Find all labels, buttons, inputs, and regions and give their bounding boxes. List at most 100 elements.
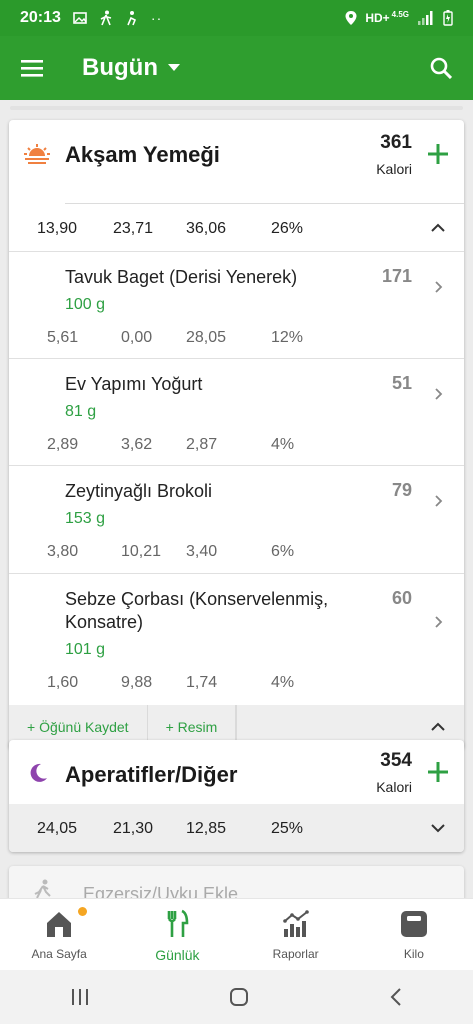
chevron-right-icon	[435, 388, 443, 400]
search-icon	[430, 57, 452, 79]
summary-value: 12,85	[186, 820, 227, 837]
food-item[interactable]: Zeytinyağlı Brokoli 79 153 g 3,80 10,21 …	[9, 466, 464, 574]
summary-value: 26%	[271, 220, 304, 237]
food-amount: 100 g	[65, 296, 106, 313]
chevron-right-icon	[435, 281, 443, 293]
food-name: Tavuk Baget (Derisi Yenerek)	[65, 267, 298, 287]
running-icon	[34, 879, 51, 898]
add-exercise-card[interactable]: Egzersiz/Uyku Ekle	[9, 866, 464, 898]
bottom-navigation: Ana Sayfa Günlük Raporlar Kilo	[0, 898, 473, 970]
food-value: 12%	[271, 329, 304, 346]
reports-icon	[282, 910, 309, 937]
chevron-up-icon[interactable]	[430, 721, 446, 733]
location-icon	[345, 11, 357, 25]
network-label: HD+	[365, 11, 390, 25]
home-button-icon[interactable]	[229, 987, 249, 1007]
calories-label: Kalori	[376, 161, 412, 177]
sunset-icon	[24, 144, 50, 164]
summary-value: 24,05	[37, 820, 78, 837]
food-value: 1,74	[186, 674, 218, 691]
recent-apps-icon[interactable]	[70, 988, 90, 1006]
meal-summary-row[interactable]: 13,90 23,71 36,06 26%	[9, 204, 464, 252]
chevron-up-icon[interactable]	[430, 222, 446, 234]
food-value: 5,61	[47, 329, 79, 346]
food-value: 2,87	[186, 436, 218, 453]
meal-header[interactable]: Akşam Yemeği 361 Kalori	[9, 120, 464, 204]
caret-down-icon	[167, 64, 180, 71]
nav-weight[interactable]: Kilo	[355, 899, 473, 970]
date-selector[interactable]: Bugün	[82, 54, 180, 82]
summary-value: 23,71	[113, 220, 154, 237]
add-food-button[interactable]	[426, 760, 450, 784]
meal-title: Aperatifler/Diğer	[65, 762, 238, 787]
food-name: Ev Yapımı Yoğurt	[65, 374, 203, 394]
notification-badge	[78, 907, 87, 916]
notification-icons: ··	[73, 10, 162, 26]
diary-scroll-area[interactable]: Akşam Yemeği 361 Kalori 13,90 23,71 36,0…	[0, 100, 473, 898]
more-dots-icon: ··	[150, 10, 163, 26]
calories-label: Kalori	[376, 779, 412, 795]
nav-home[interactable]: Ana Sayfa	[0, 899, 118, 970]
home-icon	[47, 912, 72, 937]
meal-calories: 354	[380, 750, 412, 771]
battery-icon	[443, 10, 453, 26]
add-exercise-label: Egzersiz/Uyku Ekle	[83, 884, 239, 898]
food-value: 9,88	[121, 674, 153, 691]
food-value: 0,00	[121, 329, 153, 346]
fork-knife-icon	[168, 909, 189, 937]
walking-icon	[100, 10, 112, 26]
food-name: Sebze Çorbası (Konservelenmiş, Konsatre)	[65, 589, 329, 632]
status-bar: 20:13 ·· HD+ 4.5G	[0, 0, 473, 36]
summary-value: 25%	[271, 820, 304, 837]
nav-label: Ana Sayfa	[31, 947, 87, 961]
add-food-button[interactable]	[426, 142, 450, 166]
meal-header[interactable]: Aperatifler/Diğer 354 Kalori	[9, 740, 464, 804]
moon-icon	[30, 763, 47, 782]
gallery-icon	[73, 12, 87, 24]
scroll-divider	[10, 106, 463, 110]
nav-label: Kilo	[403, 947, 424, 961]
food-value: 6%	[271, 543, 295, 560]
network-sub-label: 4.5G	[391, 9, 409, 19]
food-amount: 81 g	[65, 403, 97, 420]
meal-card-snacks: Aperatifler/Diğer 354 Kalori 24,05 21,30…	[9, 740, 464, 852]
hamburger-icon	[21, 60, 43, 77]
meal-title: Akşam Yemeği	[65, 142, 220, 167]
app-bar: Bugün	[0, 36, 473, 100]
chevron-right-icon	[435, 495, 443, 507]
scale-icon	[400, 911, 427, 937]
food-value: 2,89	[47, 436, 79, 453]
nav-reports[interactable]: Raporlar	[237, 899, 355, 970]
status-right: HD+ 4.5G	[345, 10, 453, 26]
chevron-right-icon	[435, 616, 443, 628]
food-value: 10,21	[121, 543, 162, 560]
search-button[interactable]	[409, 36, 473, 100]
summary-value: 36,06	[186, 220, 227, 237]
menu-button[interactable]	[0, 36, 64, 100]
back-icon[interactable]	[389, 987, 403, 1007]
signal-icon	[418, 11, 433, 25]
food-calories: 171	[381, 266, 412, 286]
activity-icon	[127, 11, 136, 26]
food-item[interactable]: Sebze Çorbası (Konservelenmiş, Konsatre)…	[9, 574, 464, 705]
food-value: 28,05	[186, 329, 227, 346]
food-value: 4%	[271, 674, 295, 691]
meal-summary-row[interactable]: 24,05 21,30 12,85 25%	[9, 804, 464, 852]
chevron-down-icon[interactable]	[430, 822, 446, 834]
food-item[interactable]: Tavuk Baget (Derisi Yenerek) 171 100 g 5…	[9, 252, 464, 359]
food-value: 3,62	[121, 436, 153, 453]
nav-diary[interactable]: Günlük	[118, 899, 236, 970]
summary-value: 13,90	[37, 220, 78, 237]
nav-label: Günlük	[155, 947, 200, 963]
food-value: 3,40	[186, 543, 218, 560]
nav-label: Raporlar	[272, 947, 319, 961]
status-time: 20:13	[20, 9, 61, 26]
food-value: 3,80	[47, 543, 79, 560]
food-amount: 153 g	[65, 510, 106, 527]
food-amount: 101 g	[65, 641, 106, 658]
food-calories: 51	[391, 373, 412, 393]
meal-card-dinner: Akşam Yemeği 361 Kalori 13,90 23,71 36,0…	[9, 120, 464, 749]
food-value: 4%	[271, 436, 295, 453]
system-navigation-bar	[0, 970, 473, 1024]
food-item[interactable]: Ev Yapımı Yoğurt 51 81 g 2,89 3,62 2,87 …	[9, 359, 464, 466]
